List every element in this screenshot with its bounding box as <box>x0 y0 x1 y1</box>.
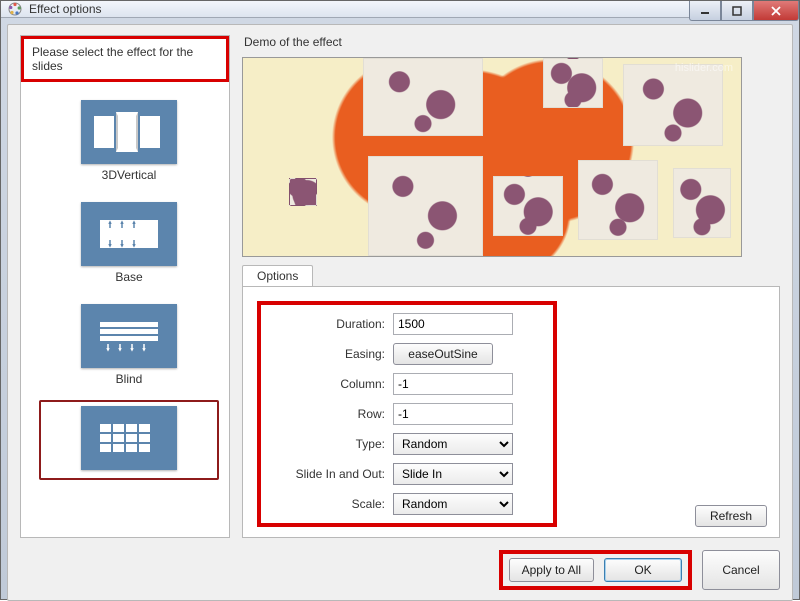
tab-options[interactable]: Options <box>242 265 313 286</box>
titlebar: Effect options <box>1 1 799 18</box>
options-grid: Duration: Easing: easeOutSine Column: Ro… <box>275 313 539 515</box>
annotation-highlight: Duration: Easing: easeOutSine Column: Ro… <box>257 301 557 527</box>
annotation-highlight: Apply to All OK <box>499 550 692 590</box>
effect-item-3dvertical[interactable]: 3DVertical <box>39 94 219 188</box>
slide-select[interactable]: Slide In <box>393 463 513 485</box>
window-controls <box>689 1 799 21</box>
column-input[interactable] <box>393 373 513 395</box>
type-label: Type: <box>275 437 385 451</box>
effect-list-header: Please select the effect for the slides <box>24 39 226 79</box>
effect-item-base[interactable]: Base <box>39 196 219 290</box>
refresh-button[interactable]: Refresh <box>695 505 767 527</box>
options-wrap: Options Duration: Easing: easeOutSine Co… <box>242 265 780 538</box>
scale-select[interactable]: Random <box>393 493 513 515</box>
effect-item-grid[interactable] <box>39 400 219 480</box>
dialog-footer: Apply to All OK Cancel <box>20 548 780 590</box>
effect-list-panel: Please select the effect for the slides … <box>20 35 230 538</box>
annotation-highlight: Please select the effect for the slides <box>21 36 229 82</box>
preview-box: hislider.com <box>242 57 742 257</box>
close-button[interactable] <box>753 1 799 21</box>
right-panel: Demo of the effect hislider.com <box>242 35 780 538</box>
effect-name: Blind <box>45 372 213 386</box>
tabstrip: Options <box>242 265 780 286</box>
effect-item-blind[interactable]: Blind <box>39 298 219 392</box>
minimize-button[interactable] <box>689 1 721 21</box>
easing-button[interactable]: easeOutSine <box>393 343 493 365</box>
cancel-button[interactable]: Cancel <box>702 550 780 590</box>
client-area: Please select the effect for the slides … <box>7 24 793 601</box>
effect-name: 3DVertical <box>45 168 213 182</box>
slide-label: Slide In and Out: <box>275 467 385 481</box>
easing-label: Easing: <box>275 347 385 361</box>
row-input[interactable] <box>393 403 513 425</box>
column-label: Column: <box>275 377 385 391</box>
window-title: Effect options <box>29 2 102 16</box>
maximize-button[interactable] <box>721 1 753 21</box>
effect-name: Base <box>45 270 213 284</box>
effect-thumb-base <box>81 202 177 266</box>
effect-thumb-grid <box>81 406 177 470</box>
preview-watermark: hislider.com <box>675 62 733 74</box>
duration-input[interactable] <box>393 313 513 335</box>
effect-list[interactable]: 3DVertical Base <box>21 88 229 537</box>
preview-tiles <box>243 58 741 256</box>
app-icon <box>7 1 23 17</box>
effect-thumb-blind <box>81 304 177 368</box>
ok-button[interactable]: OK <box>604 558 682 582</box>
effect-thumb-3dvertical <box>81 100 177 164</box>
options-tab-body: Duration: Easing: easeOutSine Column: Ro… <box>242 286 780 538</box>
duration-label: Duration: <box>275 317 385 331</box>
scale-label: Scale: <box>275 497 385 511</box>
effect-options-window: Effect options Please select the effect … <box>0 0 800 600</box>
preview-label: Demo of the effect <box>242 35 780 49</box>
type-select[interactable]: Random <box>393 433 513 455</box>
apply-to-all-button[interactable]: Apply to All <box>509 558 594 582</box>
row-label: Row: <box>275 407 385 421</box>
